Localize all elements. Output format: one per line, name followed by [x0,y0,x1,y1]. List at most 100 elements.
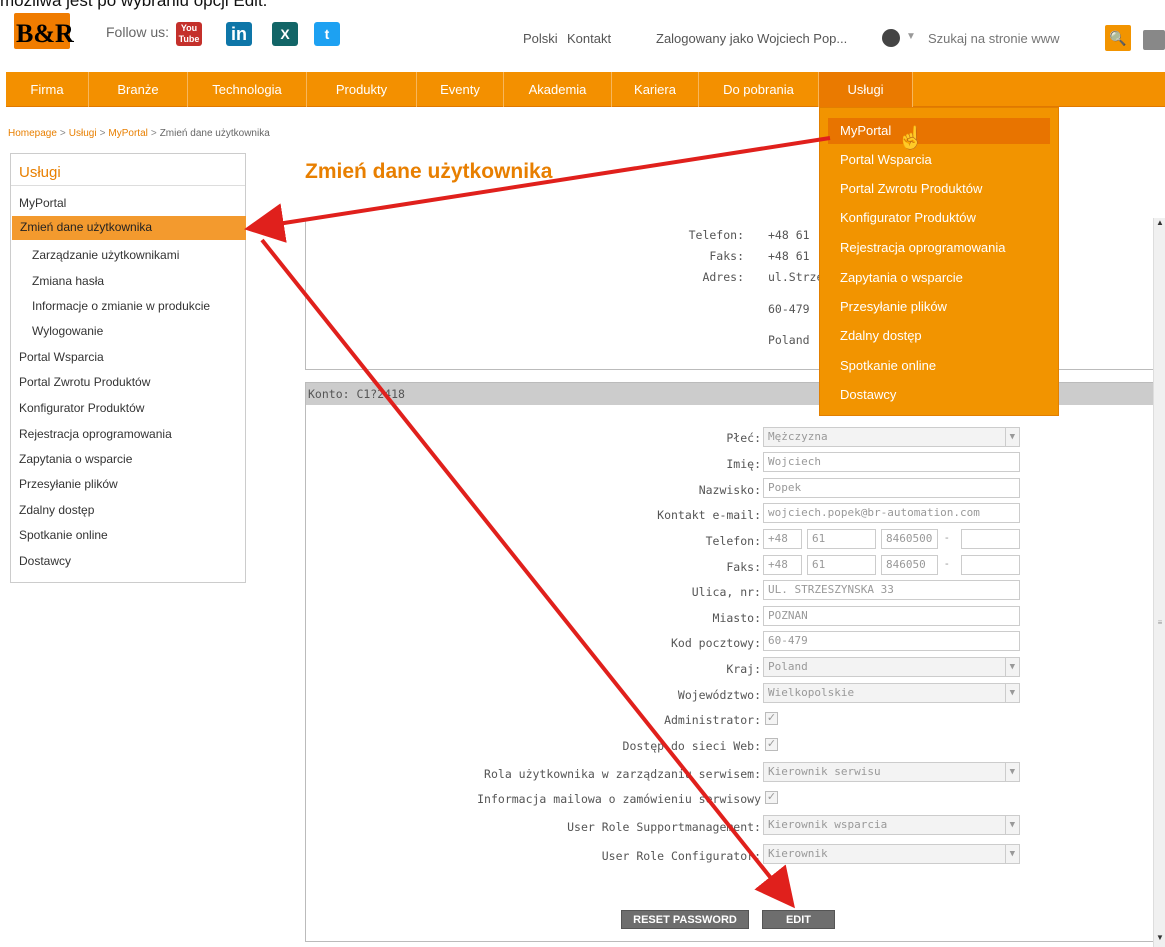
language-link[interactable]: Polski [523,31,558,46]
nav-item-technologia[interactable]: Technologia [188,72,307,107]
wojewodztwo-label: Województwo: [677,688,761,702]
support-role-label: User Role Supportmanagement: [567,820,761,834]
telefon-cc-field[interactable]: +48 [763,529,802,549]
search-input[interactable] [920,25,1098,51]
ulica-field[interactable]: UL. STRZESZYNSKA 33 [763,580,1020,600]
nav-item-firma[interactable]: Firma [6,72,89,107]
dropdown-item-portal-wsparcia[interactable]: Portal Wsparcia [840,152,932,167]
dropdown-item-rejestracja[interactable]: Rejestracja oprogramowania [840,240,1005,255]
br-logo[interactable]: B&R [14,13,74,49]
uslugi-dropdown-menu: MyPortal Portal Wsparcia Portal Zwrotu P… [819,107,1059,416]
telefon-area-field[interactable]: 61 [807,529,876,549]
kod-field[interactable]: 60-479 [763,631,1020,651]
dropdown-item-spotkanie[interactable]: Spotkanie online [840,358,936,373]
scroll-down-icon[interactable]: ▼ [1154,933,1165,947]
miasto-field[interactable]: POZNAN [763,606,1020,626]
linkedin-icon[interactable]: in [226,22,252,46]
dropdown-item-konfigurator[interactable]: Konfigurator Produktów [840,210,976,225]
dostep-checkbox[interactable]: ✓ [765,738,778,751]
sidebar-divider [11,185,245,186]
telefon-number-field[interactable]: 8460500 [881,529,938,549]
nav-item-eventy[interactable]: Eventy [417,72,504,107]
sidebar-item-wylogowanie[interactable]: Wylogowanie [32,324,103,338]
sidebar-item-myportal[interactable]: MyPortal [19,196,66,210]
wojewodztwo-select[interactable]: Wielkopolskie ▼ [763,683,1020,703]
chevron-down-icon[interactable]: ▼ [906,31,916,42]
support-role-select[interactable]: Kierownik wsparcia ▼ [763,815,1020,835]
kraj-value: Poland [768,660,808,673]
sidebar-item-spotkanie[interactable]: Spotkanie online [19,528,108,542]
reset-password-button[interactable]: RESET PASSWORD [621,910,749,929]
telefon-ext-field[interactable] [961,529,1020,549]
nav-item-akademia[interactable]: Akademia [504,72,612,107]
sidebar-item-dostawcy[interactable]: Dostawcy [19,554,71,568]
faks-ext-field[interactable] [961,555,1020,575]
page-title: Zmień dane użytkownika [305,160,553,183]
breadcrumb: Homepage > Usługi > MyPortal > Zmień dane użyt… [8,128,270,139]
rola-value: Kierownik serwisu [768,765,881,778]
sidebar-item-zmiana-hasla[interactable]: Zmiana hasła [32,274,104,288]
sidebar-item-zarzadzanie[interactable]: Zarządzanie użytkownikami [32,248,179,262]
contact-link[interactable]: Kontakt [567,31,611,46]
scrollbar[interactable]: ▲ ≡ ▼ [1153,218,1165,947]
dropdown-item-zapytania[interactable]: Zapytania o wsparcie [840,270,963,285]
administrator-checkbox[interactable]: ✓ [765,712,778,725]
youtube-icon[interactable]: You Tube [176,22,202,46]
print-icon[interactable] [1143,30,1165,50]
configurator-role-select[interactable]: Kierownik ▼ [763,844,1020,864]
informacja-checkbox[interactable]: ✓ [765,791,778,804]
nav-item-produkty[interactable]: Produkty [307,72,417,107]
xing-icon[interactable]: X [272,22,298,46]
nav-item-kariera[interactable]: Kariera [612,72,699,107]
faks-dash: - [945,558,949,570]
imie-field[interactable]: Wojciech [763,452,1020,472]
wojewodztwo-value: Wielkopolskie [768,686,855,699]
globe-icon[interactable] [882,29,900,47]
search-button[interactable]: 🔍 [1105,25,1131,51]
nav-item-do-pobrania[interactable]: Do pobrania [699,72,819,107]
sidebar-item-portal-zwrotu[interactable]: Portal Zwrotu Produktów [19,375,150,389]
faks-area-field[interactable]: 61 [807,555,876,575]
logged-in-user-link[interactable]: Zalogowany jako Wojciech Pop... [656,31,847,46]
scroll-up-icon[interactable]: ▲ [1154,218,1165,232]
dropdown-item-przesylanie[interactable]: Przesyłanie plików [840,299,947,314]
faks-cc-field[interactable]: +48 [763,555,802,575]
site-header: B&R Follow us: You Tube in X t Polski Ko… [0,10,1165,70]
dropdown-item-myportal[interactable]: MyPortal [840,123,891,138]
telefon-label: Telefon: [688,228,744,242]
email-field[interactable]: wojciech.popek@br-automation.com [763,503,1020,523]
sidebar-item-informacje[interactable]: Informacje o zmianie w produkcie [32,299,210,313]
nazwisko-field[interactable]: Popek [763,478,1020,498]
faks-number-field[interactable]: 846050 [881,555,938,575]
breadcrumb-myportal[interactable]: MyPortal [108,128,147,139]
breadcrumb-uslugi[interactable]: Usługi [69,128,97,139]
account-number: Konto: C1?2418 [308,387,405,401]
nav-item-branze[interactable]: Branże [89,72,188,107]
dropdown-item-dostawcy[interactable]: Dostawcy [840,387,896,402]
breadcrumb-separator: > [150,128,157,139]
configurator-role-value: Kierownik [768,847,828,860]
kraj-select[interactable]: Poland ▼ [763,657,1020,677]
hand-cursor-icon: ☝ [897,125,925,150]
dropdown-item-portal-zwrotu[interactable]: Portal Zwrotu Produktów [840,181,982,196]
sidebar-item-portal-wsparcia[interactable]: Portal Wsparcia [19,350,104,364]
sidebar-item-zapytania[interactable]: Zapytania o wsparcie [19,452,132,466]
sidebar-item-przesylanie[interactable]: Przesyłanie plików [19,477,118,491]
edit-button[interactable]: EDIT [762,910,835,929]
nav-item-uslugi[interactable]: Usługi [819,72,913,107]
miasto-label: Miasto: [712,611,761,625]
sidebar-item-konfigurator[interactable]: Konfigurator Produktów [19,401,144,415]
plec-select[interactable]: Mężczyzna ▼ [763,427,1020,447]
sidebar-item-rejestracja[interactable]: Rejestracja oprogramowania [19,427,172,441]
scroll-grip-icon[interactable]: ≡ [1155,618,1165,627]
breadcrumb-homepage[interactable]: Homepage [8,128,57,139]
sidebar-item-zdalny-dostep[interactable]: Zdalny dostęp [19,503,94,517]
postal-value: 60-479 [768,302,810,316]
dropdown-item-zdalny-dostep[interactable]: Zdalny dostęp [840,328,922,343]
rola-select[interactable]: Kierownik serwisu ▼ [763,762,1020,782]
rola-label: Rola użytkownika w zarządzaniu serwisem: [484,767,761,781]
twitter-icon[interactable]: t [314,22,340,46]
logo-text: B&R [16,19,74,48]
support-role-value: Kierownik wsparcia [768,818,888,831]
kod-label: Kod pocztowy: [670,636,761,650]
